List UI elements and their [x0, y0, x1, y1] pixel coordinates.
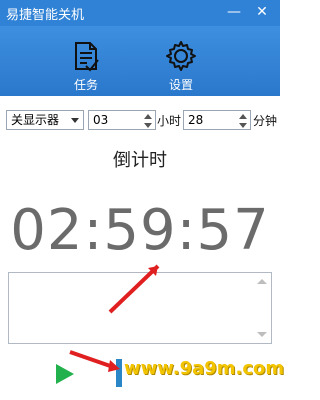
- close-button[interactable]: ✕: [250, 1, 274, 23]
- play-icon: [56, 364, 74, 384]
- hours-unit: 小时: [157, 114, 182, 128]
- minutes-value: 28: [188, 113, 204, 127]
- scroll-up-icon[interactable]: [257, 279, 267, 284]
- countdown-label: 倒计时: [113, 150, 167, 171]
- settings-button[interactable]: 设置: [153, 36, 209, 92]
- action-select[interactable]: 关显示器: [6, 110, 84, 130]
- hours-value: 03: [93, 113, 109, 127]
- toolbar: 任务 设置: [0, 26, 280, 96]
- hours-spinner[interactable]: 03: [88, 110, 156, 130]
- minutes-spinner[interactable]: 28: [183, 110, 251, 130]
- gear-icon: [166, 41, 196, 71]
- action-select-value: 关显示器: [11, 113, 60, 127]
- arrow-up-icon[interactable]: [144, 114, 152, 119]
- minutes-spinner-arrows[interactable]: [236, 112, 248, 130]
- minimize-button[interactable]: —: [222, 1, 246, 23]
- hours-spinner-arrows[interactable]: [141, 112, 153, 130]
- task-button[interactable]: 任务: [58, 36, 114, 92]
- minutes-unit: 分钟: [253, 114, 278, 128]
- annotation-arrow-start: [69, 350, 117, 370]
- task-log-textarea[interactable]: [8, 272, 272, 344]
- watermark-logo: www.9a9m.com: [116, 349, 284, 393]
- watermark-text: www.9a9m.com: [124, 358, 285, 379]
- window-title: 易捷智能关机: [6, 8, 85, 23]
- controls-row: 关显示器 03 小时 28 分钟: [0, 96, 280, 140]
- scroll-down-icon[interactable]: [257, 332, 267, 337]
- settings-label: 设置: [168, 78, 193, 92]
- countdown-time: 02:59:57: [10, 198, 270, 263]
- minimize-icon: —: [227, 4, 241, 20]
- arrow-down-icon[interactable]: [239, 123, 247, 128]
- start-button[interactable]: [52, 362, 76, 386]
- arrow-down-icon[interactable]: [144, 123, 152, 128]
- task-label: 任务: [73, 78, 98, 92]
- close-icon: ✕: [256, 4, 268, 20]
- chevron-down-icon: [71, 118, 79, 123]
- watermark-bar: [116, 359, 122, 387]
- arrow-up-icon[interactable]: [239, 114, 247, 119]
- task-icon: [75, 42, 99, 72]
- window-titlebar: 易捷智能关机 — ✕: [0, 0, 280, 26]
